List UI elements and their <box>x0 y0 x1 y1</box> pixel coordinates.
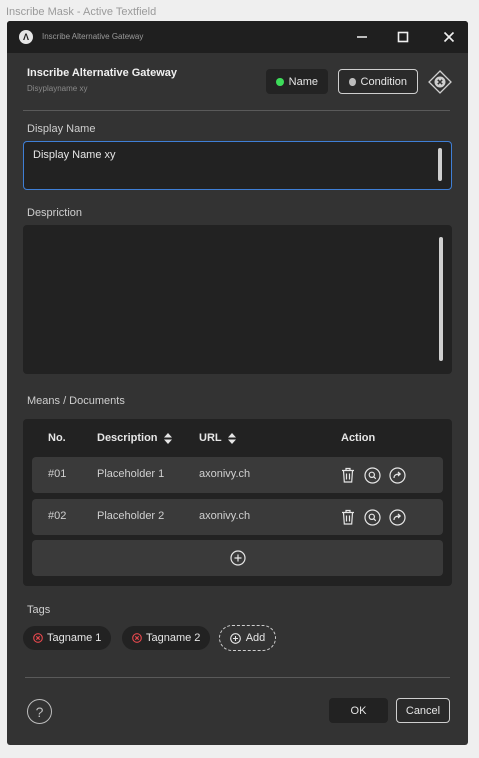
gateway-close-button[interactable] <box>428 70 452 94</box>
diamond-x-icon <box>428 70 452 94</box>
display-name-field <box>23 141 452 190</box>
view-button[interactable] <box>362 465 382 485</box>
display-name-input[interactable] <box>33 149 413 161</box>
dialog-title: Inscribe Alternative Gateway <box>27 67 177 79</box>
sort-icon <box>227 432 236 444</box>
row-url: axonivy.ch <box>199 468 251 480</box>
display-name-scrollbar[interactable] <box>438 148 442 181</box>
row-number: #02 <box>48 510 67 522</box>
column-header-description[interactable]: Description <box>97 432 172 444</box>
tag-label: Tagname 1 <box>47 632 102 644</box>
status-dot-icon <box>276 77 284 86</box>
display-name-label: Display Name <box>27 123 96 135</box>
ok-button[interactable]: OK <box>329 698 388 723</box>
plus-circle-icon <box>229 632 241 644</box>
dialog-window: Λ Inscribe Alternative Gateway Inscribe … <box>7 21 468 745</box>
view-button[interactable] <box>362 507 382 527</box>
cancel-button[interactable]: Cancel <box>396 698 450 723</box>
description-scrollbar[interactable] <box>439 237 443 361</box>
title-bar: Λ Inscribe Alternative Gateway <box>7 21 468 53</box>
tag-label: Tagname 2 <box>146 632 201 644</box>
row-url: axonivy.ch <box>199 510 251 522</box>
redirect-icon <box>388 466 406 484</box>
help-button[interactable]: ? <box>27 699 52 724</box>
open-link-button[interactable] <box>387 465 407 485</box>
redirect-icon <box>388 508 406 526</box>
row-number: #01 <box>48 468 67 480</box>
window-title: Inscribe Alternative Gateway <box>42 32 144 41</box>
name-toggle-label: Name <box>288 75 318 88</box>
condition-toggle-label: Condition <box>360 75 407 88</box>
footer-divider <box>25 677 450 678</box>
minimize-icon <box>357 36 367 38</box>
search-icon <box>363 508 381 526</box>
plus-circle-icon <box>229 550 246 566</box>
header-divider <box>23 110 450 111</box>
description-label: Despriction <box>27 207 83 219</box>
description-textarea[interactable] <box>32 233 427 363</box>
open-link-button[interactable] <box>387 507 407 527</box>
column-header-action: Action <box>341 432 376 444</box>
delete-button[interactable] <box>338 507 358 527</box>
tag-chip[interactable]: Tagname 2 <box>122 626 211 650</box>
add-tag-label: Add <box>245 632 266 644</box>
table-row[interactable]: #02 Placeholder 2 axonivy.ch <box>32 499 443 535</box>
means-table: No. Description URL Action #01 Placehold… <box>23 419 452 586</box>
column-header-no: No. <box>48 432 66 444</box>
search-icon <box>363 466 381 484</box>
screen-caption: Inscribe Mask - Active Textfield <box>6 6 157 18</box>
status-dot-icon <box>349 77 356 86</box>
table-row[interactable]: #01 Placeholder 1 axonivy.ch <box>32 457 443 493</box>
remove-tag-icon[interactable] <box>33 633 43 643</box>
sort-icon <box>163 432 172 444</box>
description-field <box>23 225 452 374</box>
maximize-icon <box>397 31 409 43</box>
condition-toggle[interactable]: Condition <box>338 69 418 94</box>
remove-tag-icon[interactable] <box>132 633 142 643</box>
row-description: Placeholder 2 <box>97 510 165 522</box>
minimize-button[interactable] <box>351 26 373 48</box>
close-icon <box>443 31 455 43</box>
add-tag-button[interactable]: Add <box>219 625 276 651</box>
maximize-button[interactable] <box>392 26 414 48</box>
means-label: Means / Documents <box>27 395 125 407</box>
column-header-url[interactable]: URL <box>199 432 236 444</box>
app-logo-icon: Λ <box>19 30 33 44</box>
name-toggle[interactable]: Name <box>266 69 328 94</box>
delete-button[interactable] <box>338 465 358 485</box>
trash-icon <box>342 509 354 525</box>
add-row-button[interactable] <box>32 540 443 576</box>
tags-label: Tags <box>27 604 51 616</box>
trash-icon <box>342 467 354 483</box>
tag-chip[interactable]: Tagname 1 <box>23 626 112 650</box>
dialog-subtitle: Disyplayname xy <box>27 84 88 93</box>
close-window-button[interactable] <box>438 26 460 48</box>
row-description: Placeholder 1 <box>97 468 165 480</box>
